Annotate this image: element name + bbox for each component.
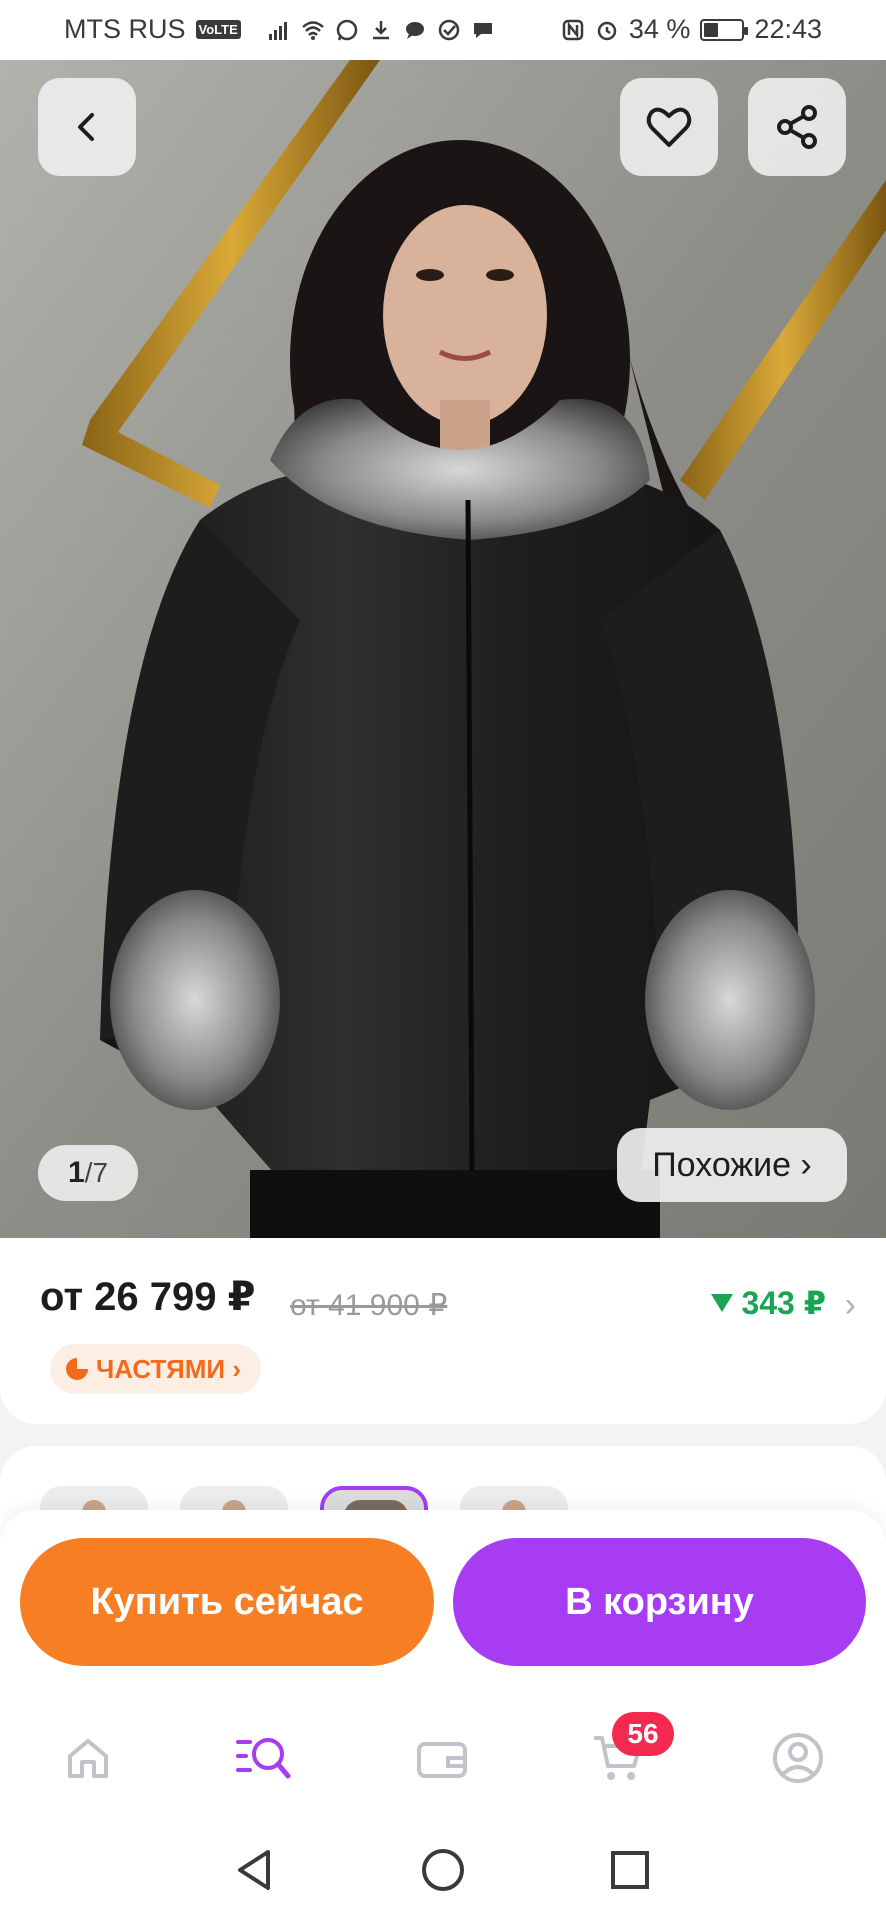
nav-home[interactable] [58, 1728, 118, 1788]
product-gallery[interactable]: 1/7 Похожие › [0, 60, 886, 1240]
status-left: MTS RUS VoLTE [64, 14, 495, 45]
similar-button[interactable]: Похожие › [617, 1128, 847, 1202]
profile-icon [773, 1733, 823, 1783]
status-bar: MTS RUS VoLTE 34 % 22:43 [0, 0, 886, 60]
bonus-value: 343 ₽ [741, 1285, 826, 1321]
alarm-icon [597, 21, 617, 40]
nfc-icon [562, 19, 584, 40]
download-icon [372, 20, 389, 39]
wallet-icon [417, 1742, 467, 1778]
cart-count-badge: 56 [612, 1712, 674, 1756]
old-price: от 41 900 ₽ [290, 1289, 448, 1322]
pager-separator: / [84, 1157, 93, 1188]
bottom-nav: 56 [0, 1690, 886, 1820]
check-circle-icon [438, 19, 459, 40]
share-icon [777, 105, 817, 149]
pie-chart-icon [66, 1358, 88, 1380]
pager-total: 7 [92, 1157, 109, 1188]
whatsapp-icon [336, 19, 357, 40]
chat-icon [405, 21, 424, 39]
system-recents-button[interactable] [602, 1842, 658, 1898]
product-photo [0, 60, 886, 1240]
status-right: 34 % 22:43 [561, 14, 822, 45]
battery-icon [700, 18, 749, 41]
nav-catalog[interactable] [234, 1728, 294, 1788]
chevron-left-icon [78, 113, 94, 141]
add-to-cart-button[interactable]: В корзину [453, 1538, 866, 1666]
wifi-icon [301, 20, 324, 40]
pager-current: 1 [67, 1156, 85, 1189]
signal-icon [268, 21, 287, 40]
installments-label: ЧАСТЯМИ › [96, 1353, 241, 1384]
circle-home-icon [422, 1849, 464, 1891]
home-icon [68, 1739, 108, 1778]
favorite-button[interactable] [620, 78, 718, 176]
battery-percent: 34 % [628, 14, 691, 44]
message-icon [473, 22, 492, 38]
buy-now-button[interactable]: Купить сейчас [20, 1538, 434, 1666]
share-button[interactable] [748, 78, 846, 176]
volte-badge: VoLTE [195, 20, 241, 39]
back-button[interactable] [38, 78, 136, 176]
heart-icon [646, 107, 692, 147]
system-navigation [0, 1820, 886, 1920]
carrier-name: MTS RUS [64, 14, 186, 44]
triangle-back-icon [238, 1850, 270, 1890]
catalog-search-icon [236, 1738, 291, 1779]
square-recents-icon [611, 1851, 649, 1889]
chevron-right-icon[interactable]: › [845, 1286, 856, 1325]
clock: 22:43 [754, 14, 822, 44]
price-card: от 26 799 ₽ от 41 900 ₽ 343 ₽ › ЧАСТЯМИ … [0, 1238, 886, 1424]
current-price: от 26 799 ₽ [40, 1275, 256, 1319]
system-home-button[interactable] [415, 1842, 471, 1898]
nav-wallet[interactable] [412, 1728, 472, 1788]
gallery-pager: 1/7 [38, 1145, 138, 1201]
action-bar: Купить сейчас В корзину [0, 1510, 886, 1696]
nav-profile[interactable] [768, 1728, 828, 1788]
status-icons [267, 18, 495, 42]
battery-fill [704, 22, 719, 37]
bonus-amount-button[interactable]: 343 ₽ [711, 1284, 826, 1322]
system-back-button[interactable] [226, 1842, 282, 1898]
down-triangle-icon [711, 1294, 734, 1312]
installments-badge[interactable]: ЧАСТЯМИ › [50, 1344, 261, 1394]
